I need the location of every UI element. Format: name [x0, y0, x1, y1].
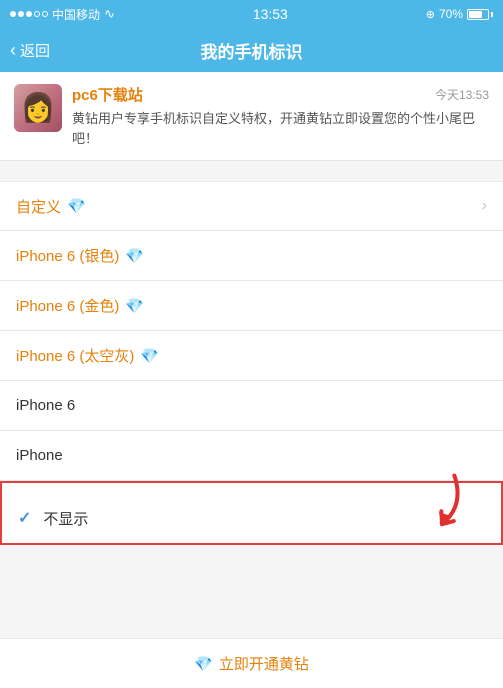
list-item-iphone6-spacegray[interactable]: iPhone 6 (太空灰) 💎: [0, 331, 503, 381]
footer-gem-icon: 💎: [194, 655, 213, 673]
message-time: 今天13:53: [435, 86, 489, 103]
battery-body: [467, 9, 489, 20]
gem-icon-silver: 💎: [125, 247, 144, 265]
list-item-left: iPhone 6: [16, 397, 75, 414]
list-item-iphone6-gold[interactable]: iPhone 6 (金色) 💎: [0, 281, 503, 331]
battery-tip: [491, 12, 493, 17]
message-card: 👩 pc6下载站 今天13:53 黄钻用户专享手机标识自定义特权，开通黄钻立即设…: [0, 72, 503, 161]
gem-icon-spacegray: 💎: [140, 347, 159, 365]
list-item-custom[interactable]: 自定义 💎 ›: [0, 181, 503, 231]
carrier-label: 中国移动: [52, 6, 100, 23]
signal-dot-1: [10, 11, 16, 17]
iphone6-label: iPhone 6: [16, 397, 75, 414]
avatar-face: 👩: [21, 94, 56, 122]
battery-percent: 70%: [439, 7, 463, 21]
checkmark-icon: ✓: [18, 508, 31, 528]
signal-dots: [10, 11, 48, 17]
list-item-left: iPhone 6 (银色) 💎: [16, 245, 144, 266]
signal-dot-4: [34, 11, 40, 17]
message-content: pc6下载站 今天13:53 黄钻用户专享手机标识自定义特权，开通黄钻立即设置您…: [72, 84, 489, 148]
list-item-left: iPhone 6 (太空灰) 💎: [16, 345, 159, 366]
list-item-iphone6[interactable]: iPhone 6: [0, 381, 503, 431]
status-time: 13:53: [253, 6, 288, 22]
footer-text: 立即开通黄钻: [219, 653, 309, 674]
list-item-iphone6-silver[interactable]: iPhone 6 (银色) 💎: [0, 231, 503, 281]
gem-icon-gold: 💎: [125, 297, 144, 315]
list-item-left: 自定义 💎: [16, 196, 86, 217]
custom-label: 自定义: [16, 196, 61, 217]
iphone-label: iPhone: [16, 447, 63, 464]
iphone6-silver-label: iPhone 6 (银色): [16, 245, 119, 266]
section-separator: [0, 161, 503, 171]
battery-indicator: [467, 9, 493, 20]
nav-bar: ‹ 返回 我的手机标识: [0, 28, 503, 72]
sender-name: pc6下载站: [72, 84, 143, 105]
list-item-left: ✓ 不显示: [18, 508, 88, 529]
hide-label: 不显示: [43, 508, 88, 529]
message-text: 黄钻用户专享手机标识自定义特权，开通黄钻立即设置您的个性小尾巴吧！: [72, 109, 489, 148]
chevron-right-icon: ›: [482, 197, 487, 215]
message-header: pc6下载站 今天13:53: [72, 84, 489, 105]
list-item-left: iPhone 6 (金色) 💎: [16, 295, 144, 316]
footer[interactable]: 💎 立即开通黄钻: [0, 638, 503, 688]
location-icon: ⊕: [426, 8, 435, 21]
page-title: 我的手机标识: [201, 38, 303, 63]
iphone6-gold-label: iPhone 6 (金色): [16, 295, 119, 316]
avatar: 👩: [14, 84, 62, 132]
status-bar: 中国移动 ∿ 13:53 ⊕ 70%: [0, 0, 503, 28]
signal-dot-3: [26, 11, 32, 17]
back-arrow-icon: ‹: [10, 40, 16, 61]
avatar-inner: 👩: [14, 84, 62, 132]
gem-icon-custom: 💎: [67, 197, 86, 215]
back-label: 返回: [20, 40, 50, 61]
status-right: ⊕ 70%: [426, 7, 493, 21]
back-button[interactable]: ‹ 返回: [10, 40, 50, 61]
wifi-icon: ∿: [104, 6, 115, 22]
status-left: 中国移动 ∿: [10, 6, 115, 23]
signal-dot-5: [42, 11, 48, 17]
list-item-left: iPhone: [16, 447, 63, 464]
battery-fill: [469, 11, 482, 18]
signal-dot-2: [18, 11, 24, 17]
iphone6-spacegray-label: iPhone 6 (太空灰): [16, 345, 134, 366]
